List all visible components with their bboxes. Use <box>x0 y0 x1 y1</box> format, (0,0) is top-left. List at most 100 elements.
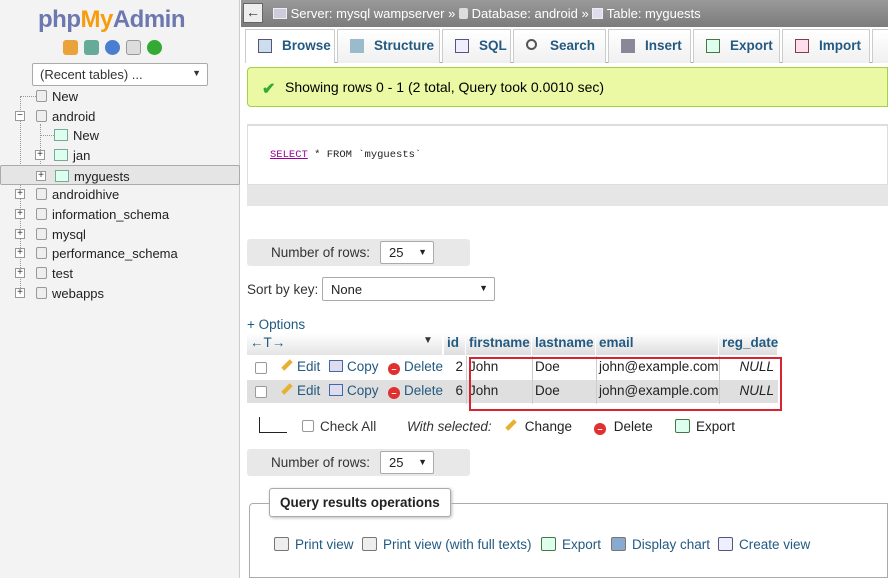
tree-item-performance-schema[interactable]: + performance_schema <box>0 243 240 263</box>
copy-icon <box>329 384 343 396</box>
cell-id[interactable]: 6 <box>444 380 466 403</box>
breadcrumb-database[interactable]: Database: android <box>472 6 578 21</box>
tree-item-androidhive[interactable]: + androidhive <box>0 184 240 204</box>
row-checkbox[interactable] <box>255 362 267 374</box>
change-button[interactable]: Change <box>505 419 572 434</box>
nav-icon-row <box>63 40 162 55</box>
expand-icon[interactable]: + <box>15 268 25 278</box>
reload-icon[interactable] <box>147 40 162 55</box>
breadcrumb-table[interactable]: Table: myguests <box>607 6 701 21</box>
breadcrumb-server[interactable]: Server: mysql wampserver <box>291 6 445 21</box>
success-message: ✔ Showing rows 0 - 1 (2 total, Query too… <box>247 67 888 107</box>
tree-item-information-schema[interactable]: + information_schema <box>0 204 240 224</box>
expand-icon[interactable]: + <box>15 288 25 298</box>
tab-bar: Browse Structure SQL Search Insert Expor… <box>245 29 888 63</box>
server-icon <box>273 8 287 19</box>
expand-icon[interactable]: + <box>35 150 45 160</box>
logout-icon[interactable] <box>84 40 99 55</box>
tree-item-jan[interactable]: + jan <box>0 145 240 165</box>
col-firstname[interactable]: firstname <box>466 333 532 355</box>
sql-query-text: SELECT * FROM `myguests` <box>270 149 422 161</box>
print-view-link[interactable]: Print view <box>274 537 354 552</box>
tab-import[interactable]: Import <box>782 29 870 63</box>
edit-link[interactable]: Edit <box>278 356 320 379</box>
expand-icon[interactable]: + <box>15 189 25 199</box>
delete-link[interactable]: – Delete <box>385 356 443 379</box>
col-email[interactable]: email <box>596 333 719 355</box>
export-icon <box>706 39 720 53</box>
chevron-down-icon: ▼ <box>418 457 427 467</box>
table-icon <box>54 149 68 161</box>
col-lastname[interactable]: lastname <box>532 333 596 355</box>
export-results-link[interactable]: Export <box>541 537 601 552</box>
database-icon <box>36 208 47 220</box>
col-reg-date[interactable]: reg_date <box>719 333 778 355</box>
help-icon[interactable] <box>105 40 120 55</box>
database-icon <box>36 188 47 200</box>
search-icon <box>526 39 537 50</box>
tab-sql[interactable]: SQL <box>442 29 511 63</box>
recent-tables-select[interactable]: (Recent tables) ... ▼ <box>32 63 208 86</box>
number-of-rows-select[interactable]: 25 ▼ <box>380 241 434 264</box>
copy-link[interactable]: Copy <box>326 356 379 379</box>
home-icon[interactable] <box>63 40 78 55</box>
number-of-rows-select[interactable]: 25 ▼ <box>380 451 434 474</box>
tab-search[interactable]: Search <box>513 29 606 63</box>
browse-icon <box>258 39 272 53</box>
insert-icon <box>621 39 635 53</box>
delete-button[interactable]: – Delete <box>594 419 653 435</box>
expand-icon[interactable]: + <box>36 171 46 181</box>
tab-export[interactable]: Export <box>693 29 780 63</box>
tab-more[interactable] <box>872 29 888 63</box>
database-icon <box>36 228 47 240</box>
chevron-down-icon: ▼ <box>192 68 201 78</box>
pencil-icon <box>281 359 293 371</box>
tab-insert[interactable]: Insert <box>608 29 691 63</box>
check-all-checkbox[interactable] <box>302 420 314 432</box>
tab-structure[interactable]: Structure <box>337 29 440 63</box>
database-icon <box>36 287 47 299</box>
create-view-link[interactable]: Create view <box>718 537 810 552</box>
copy-link[interactable]: Copy <box>326 380 379 403</box>
tree-item-new[interactable]: New <box>0 86 240 106</box>
number-of-rows-bottom: Number of rows: 25 ▼ <box>247 449 470 476</box>
docs-icon[interactable] <box>126 40 141 55</box>
chevron-down-icon: ▼ <box>418 247 427 257</box>
tree-item-android[interactable]: − android <box>0 106 240 126</box>
delete-icon: – <box>594 423 606 435</box>
edit-link[interactable]: Edit <box>278 380 320 403</box>
export-button[interactable]: Export <box>675 419 735 434</box>
cell-id[interactable]: 2 <box>444 356 466 379</box>
database-icon <box>36 267 47 279</box>
sort-by-key-select[interactable]: None ▼ <box>322 277 495 301</box>
col-id[interactable]: id <box>444 333 466 355</box>
display-chart-link[interactable]: Display chart <box>611 537 710 552</box>
sort-dropdown-icon[interactable]: ▼ <box>423 335 433 346</box>
row-checkbox[interactable] <box>255 386 267 398</box>
tree-item-mysql[interactable]: + mysql <box>0 224 240 244</box>
number-of-rows-top: Number of rows: 25 ▼ <box>247 239 470 266</box>
expand-icon[interactable]: + <box>15 229 25 239</box>
structure-icon <box>350 39 364 53</box>
tree-item-myguests[interactable]: + myguests <box>0 165 240 185</box>
expand-icon[interactable]: + <box>15 248 25 258</box>
tree-item-test[interactable]: + test <box>0 263 240 283</box>
delete-icon: – <box>388 387 400 399</box>
print-view-full-link[interactable]: Print view (with full texts) <box>362 537 532 552</box>
database-icon <box>36 247 47 259</box>
collapse-icon[interactable]: − <box>15 111 25 121</box>
column-resize-icon[interactable]: ←T→ <box>250 335 285 350</box>
tree-item-webapps[interactable]: + webapps <box>0 283 240 303</box>
delete-link[interactable]: – Delete <box>385 380 443 403</box>
table-icon <box>55 170 69 182</box>
printer-icon <box>274 537 289 551</box>
expand-icon[interactable]: + <box>15 209 25 219</box>
tree-item-android-new[interactable]: New <box>0 125 240 145</box>
arrow-left-up-icon <box>259 417 287 433</box>
options-link[interactable]: + Options <box>247 317 305 332</box>
back-arrow-icon[interactable]: ← <box>243 3 263 23</box>
phpmyadmin-logo[interactable]: phpMyAdmin <box>38 6 186 34</box>
check-all-label[interactable]: Check All <box>320 419 376 434</box>
check-icon: ✔ <box>262 81 276 98</box>
tab-browse[interactable]: Browse <box>245 29 335 63</box>
